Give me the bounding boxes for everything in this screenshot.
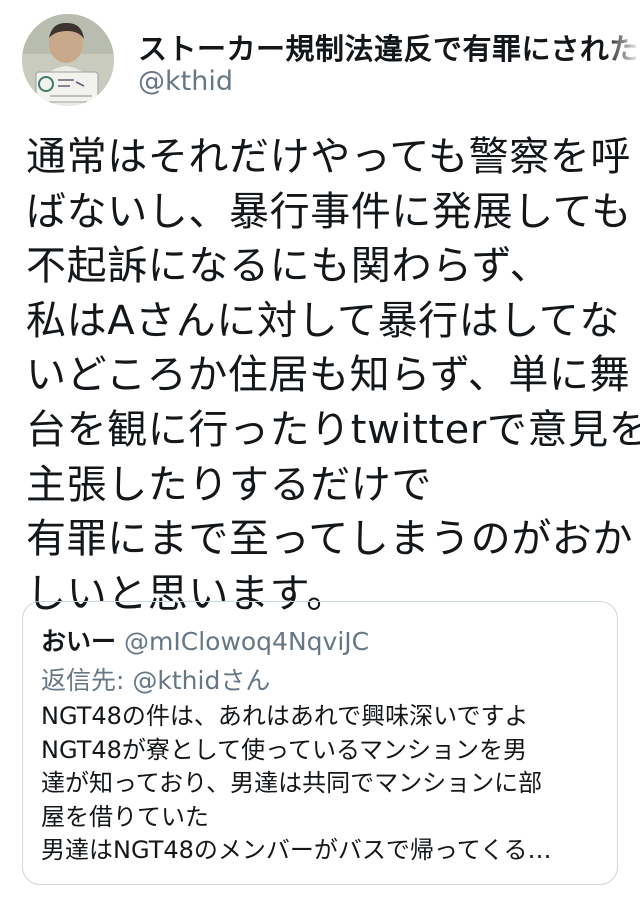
quoted-text-line: 達が知っており、男達は共同でマンションに部: [41, 769, 543, 797]
reply-to-handle[interactable]: @kthidさん: [132, 666, 270, 695]
quoted-text-line: NGT48が寮として使っているマンションを男: [41, 735, 528, 764]
avatar[interactable]: [22, 14, 114, 106]
reply-context: 返信先: @kthidさん: [41, 661, 270, 697]
quoted-tweet-text: NGT48の件は、あれはあれで興味深いですよ NGT48が寮として使っているマン…: [41, 700, 606, 868]
tweet-text-line: 台を観に行ったりtwitterで意見を: [26, 406, 640, 453]
name-fade: [606, 26, 640, 66]
tweet-text-line: 私はAさんに対して暴行はしてな: [26, 297, 620, 344]
tweet-text-line: いどころか住居も知らず、単に舞: [26, 352, 631, 399]
tweet-header: ストーカー規制法違反で有罪にされた大西 @kthid: [0, 0, 640, 120]
quoted-author-name: おいー: [41, 627, 117, 656]
quoted-text-line: 男達はNGT48のメンバーがバスで帰ってくる…: [41, 836, 552, 864]
quoted-text-line: NGT48の件は、あれはあれで興味深いですよ: [41, 702, 529, 730]
tweet-text-line: ばないし、暴行事件に発展しても: [26, 188, 632, 235]
quoted-tweet-author: おいー @mIClowoq4NqviJC: [41, 622, 369, 658]
tweet-text-line: 有罪にまで至ってしまうのがおか: [26, 516, 633, 563]
tweet-text-line: 主張したりするだけで: [26, 461, 432, 508]
quoted-tweet-card[interactable]: おいー @mIClowoq4NqviJC 返信先: @kthidさん NGT48の…: [22, 601, 618, 885]
tweet-text: 通常はそれだけやっても警察を呼 ばないし、暴行事件に発展しても 不起訴になるにも…: [26, 130, 640, 621]
tweet-text-line: 通常はそれだけやっても警察を呼: [26, 134, 631, 180]
author-handle[interactable]: @kthid: [138, 66, 233, 97]
quoted-text-line: 屋を借りていた: [41, 802, 209, 831]
tweet-text-line: 不起訴になるにも関わらず、: [26, 243, 551, 290]
author-display-name[interactable]: ストーカー規制法違反で有罪にされた大西: [138, 26, 640, 68]
reply-prefix: 返信先:: [41, 666, 133, 695]
quoted-author-handle: @mIClowoq4NqviJC: [124, 627, 370, 656]
user-avatar-photo-icon: [22, 14, 114, 106]
